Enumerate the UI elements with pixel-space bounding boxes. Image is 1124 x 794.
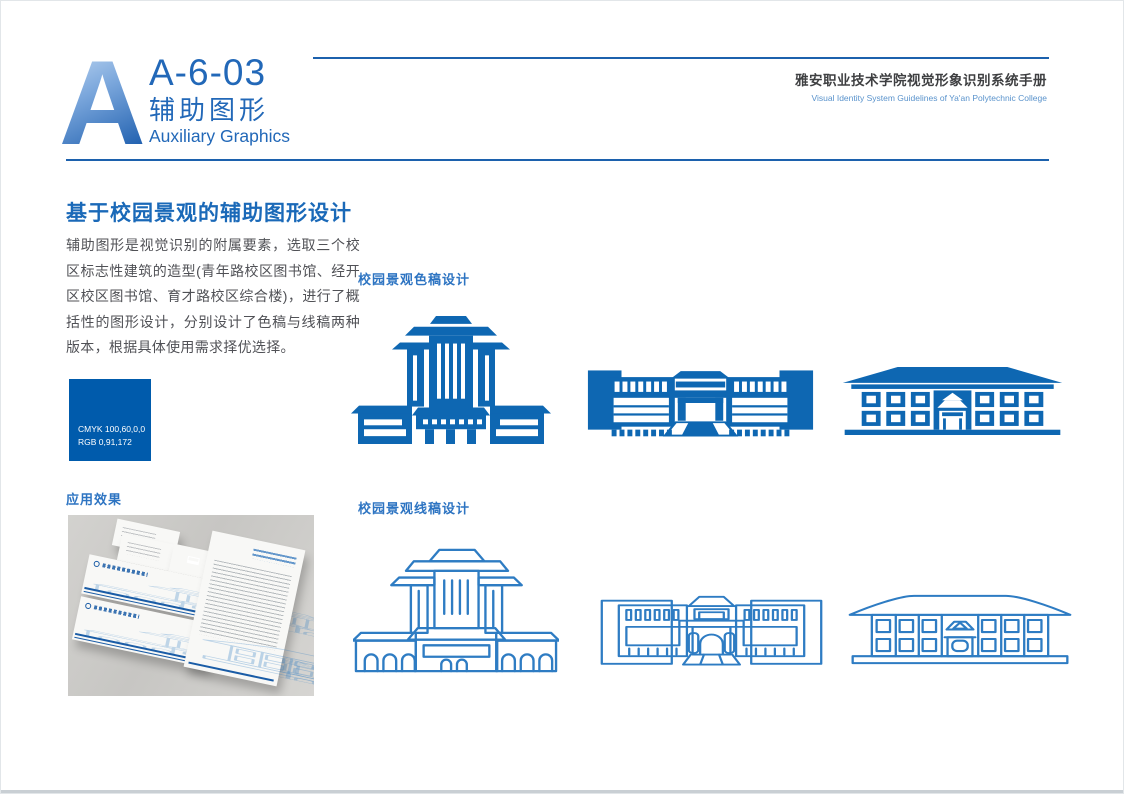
- label-application-effect: 应用效果: [66, 489, 122, 508]
- manual-title-block: 雅安职业技术学院视觉形象识别系统手册 Visual Identity Syste…: [795, 69, 1047, 103]
- card-text-lines: [125, 542, 161, 561]
- building-qingnianlu-library-color-illustration: [351, 314, 551, 444]
- manual-title-cn: 雅安职业技术学院视觉形象识别系统手册: [795, 69, 1047, 89]
- manual-page: A A-6-03 辅助图形 Auxiliary Graphics 雅安职业技术学…: [0, 0, 1124, 794]
- building-jingkai-library-color-illustration: [582, 366, 819, 440]
- page-bottom-edge: [1, 790, 1123, 793]
- header-rule-main: [66, 159, 1049, 161]
- manual-title-en: Visual Identity System Guidelines of Ya'…: [795, 93, 1047, 103]
- swatch-rgb-value: RGB 0,91,172: [78, 436, 145, 449]
- chapter-letter-mark: A: [59, 43, 146, 163]
- page-code: A-6-03: [149, 53, 290, 93]
- intro-paragraph: 辅助图形是视觉识别的附属要素，选取三个校区标志性建筑的造型(青年路校区图书馆、经…: [66, 233, 360, 361]
- stationery-mockup-photo: [68, 515, 314, 696]
- building-yucai-complex-color-illustration: [839, 364, 1066, 435]
- primary-color-swatch: CMYK 100,60,0,0 RGB 0,91,172: [69, 379, 151, 461]
- logo-glyph: [187, 556, 200, 565]
- header-rule-top: [313, 57, 1049, 59]
- label-color-draft-design: 校园景观色稿设计: [358, 269, 470, 288]
- section-header: A-6-03 辅助图形 Auxiliary Graphics: [149, 53, 290, 146]
- section-title-en: Auxiliary Graphics: [149, 126, 290, 146]
- content-heading: 基于校园景观的辅助图形设计: [66, 197, 352, 227]
- section-title-cn: 辅助图形: [149, 95, 290, 125]
- building-yucai-complex-line-illustration: [845, 589, 1075, 670]
- building-qingnianlu-library-line-illustration: [353, 547, 559, 673]
- building-jingkai-library-line-illustration: [598, 593, 825, 670]
- swatch-cmyk-value: CMYK 100,60,0,0: [78, 423, 145, 436]
- label-line-draft-design: 校园景观线稿设计: [358, 498, 470, 517]
- letterhead-logo: [252, 549, 297, 568]
